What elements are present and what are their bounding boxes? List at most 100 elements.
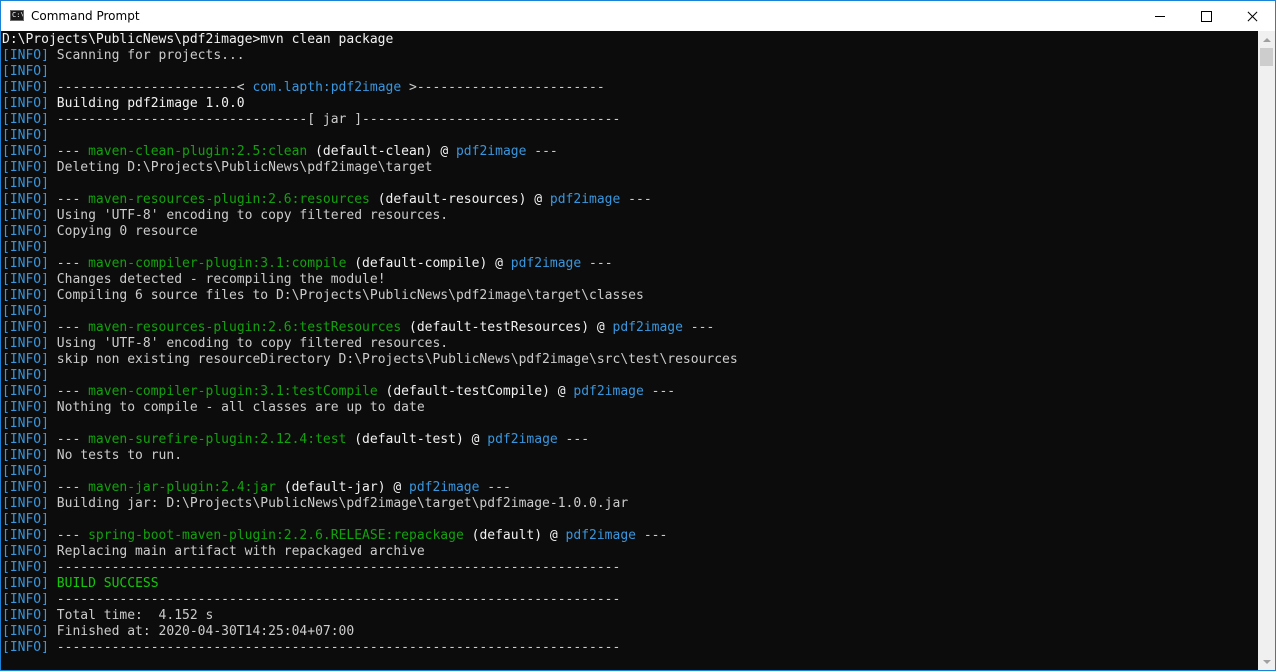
scroll-up-button[interactable]	[1258, 31, 1275, 48]
console-text: ---	[48, 144, 89, 159]
console-text: -----------------------<	[48, 80, 253, 95]
console-text: >------------------------	[401, 80, 605, 95]
window-title: Command Prompt	[31, 9, 140, 23]
console-line: [INFO] Changes detected - recompiling th…	[2, 272, 738, 288]
console-line: [INFO] --- maven-jar-plugin:2.4:jar (def…	[2, 480, 738, 496]
console-text: Finished at: 2020-04-30T14:25:04+07:00	[48, 624, 355, 639]
console-line: [INFO] No tests to run.	[2, 448, 738, 464]
console-text: No tests to run.	[48, 448, 183, 463]
console-line: [INFO] Building jar: D:\Projects\PublicN…	[2, 496, 738, 512]
arrow-up-icon	[1262, 37, 1271, 42]
console-text: ---	[581, 256, 613, 271]
console-text: ---	[48, 192, 89, 207]
console-line: [INFO] --------------------------------[…	[2, 112, 738, 128]
maximize-button[interactable]	[1183, 1, 1229, 31]
log-level-tag: [INFO]	[2, 416, 49, 431]
log-level-tag: [INFO]	[2, 320, 49, 335]
close-button[interactable]	[1229, 1, 1275, 31]
console-text: Using 'UTF-8' encoding to copy filtered …	[48, 208, 449, 223]
log-level-tag: [INFO]	[2, 480, 49, 495]
console-line: [INFO] Copying 0 resource	[2, 224, 738, 240]
console-text: BUILD SUCCESS	[56, 576, 159, 591]
log-level-tag: [INFO]	[2, 80, 49, 95]
console-text: pdf2image	[487, 432, 558, 447]
console-text: Copying 0 resource	[48, 224, 198, 239]
log-level-tag: [INFO]	[2, 240, 49, 255]
log-level-tag: [INFO]	[2, 576, 49, 591]
console-text: ---	[682, 320, 715, 335]
log-level-tag: [INFO]	[2, 96, 49, 111]
console-text: (default-testCompile) @	[377, 384, 574, 399]
console-text: (default-testResources) @	[401, 320, 613, 335]
close-icon	[1247, 11, 1258, 22]
arrow-down-icon	[1262, 659, 1271, 664]
console-line: [INFO] ---------------------------------…	[2, 592, 738, 608]
console-line: [INFO] Building pdf2image 1.0.0	[2, 96, 738, 112]
console-text: (default) @	[463, 528, 566, 543]
minimize-icon	[1155, 15, 1165, 17]
console-line: [INFO]	[2, 512, 738, 528]
console-line: [INFO]	[2, 304, 738, 320]
console-line: [INFO] Compiling 6 source files to D:\Pr…	[2, 288, 738, 304]
console-text: maven-resources-plugin:2.6:resources	[88, 192, 370, 207]
console-text: maven-jar-plugin:2.4:jar	[88, 480, 276, 495]
log-level-tag: [INFO]	[2, 112, 49, 127]
log-level-tag: [INFO]	[2, 624, 49, 639]
log-level-tag: [INFO]	[2, 640, 49, 655]
console-line: [INFO] --- maven-surefire-plugin:2.12.4:…	[2, 432, 738, 448]
console-text: ----------------------------------------…	[48, 560, 621, 575]
console-text: ---	[48, 432, 89, 447]
console-line: [INFO]	[2, 368, 738, 384]
log-level-tag: [INFO]	[2, 464, 49, 479]
log-level-tag: [INFO]	[2, 384, 49, 399]
console-text: maven-compiler-plugin:3.1:testCompile	[88, 384, 378, 399]
console-text: maven-surefire-plugin:2.12.4:test	[88, 432, 347, 447]
console-text: maven-compiler-plugin:3.1:compile	[88, 256, 347, 271]
log-level-tag: [INFO]	[2, 496, 49, 511]
console-text: --------------------------------[ jar ]-…	[48, 112, 621, 127]
console-text: pdf2image	[549, 192, 621, 207]
command-prompt-icon[interactable]: C:\	[10, 10, 24, 21]
scroll-down-button[interactable]	[1258, 653, 1275, 670]
console-line: [INFO]	[2, 240, 738, 256]
console-line: [INFO] --- spring-boot-maven-plugin:2.2.…	[2, 528, 738, 544]
console-text: Scanning for projects...	[48, 48, 245, 63]
console-line: [INFO] --- maven-compiler-plugin:3.1:tes…	[2, 384, 738, 400]
title-bar[interactable]: C:\ Command Prompt	[1, 1, 1275, 31]
minimize-button[interactable]	[1137, 1, 1183, 31]
console-text: Using 'UTF-8' encoding to copy filtered …	[48, 336, 449, 351]
log-level-tag: [INFO]	[2, 64, 49, 79]
console-line: [INFO] Nothing to compile - all classes …	[2, 400, 738, 416]
console-text: (default-resources) @	[369, 192, 550, 207]
console-text: (default-jar) @	[275, 480, 410, 495]
vertical-scrollbar[interactable]	[1258, 31, 1275, 670]
console-line: [INFO] --- maven-compiler-plugin:3.1:com…	[2, 256, 738, 272]
console-text: Building pdf2image 1.0.0	[48, 96, 245, 111]
scrollbar-thumb[interactable]	[1260, 48, 1273, 66]
console-line: [INFO] Total time: 4.152 s	[2, 608, 738, 624]
log-level-tag: [INFO]	[2, 176, 49, 191]
console-text: ---	[48, 480, 89, 495]
log-level-tag: [INFO]	[2, 256, 49, 271]
console-text: ---	[479, 480, 511, 495]
console-text: ----------------------------------------…	[48, 592, 621, 607]
console-line: [INFO] --- maven-clean-plugin:2.5:clean …	[2, 144, 738, 160]
console-text: Changes detected - recompiling the modul…	[48, 272, 386, 287]
console-text: skip non existing resourceDirectory D:\P…	[48, 352, 738, 367]
log-level-tag: [INFO]	[2, 432, 49, 447]
log-level-tag: [INFO]	[2, 368, 49, 383]
log-level-tag: [INFO]	[2, 160, 49, 175]
console-output[interactable]: D:\Projects\PublicNews\pdf2image>mvn cle…	[1, 31, 1258, 670]
console-text: pdf2image	[455, 144, 527, 159]
console-line: [INFO] -----------------------< com.lapt…	[2, 80, 738, 96]
command-prompt-window: C:\ Command Prompt D:\Projects\PublicNew…	[0, 0, 1276, 671]
log-level-tag: [INFO]	[2, 544, 49, 559]
console-text: (default-compile) @	[346, 256, 511, 271]
log-level-tag: [INFO]	[2, 272, 49, 287]
log-level-tag: [INFO]	[2, 512, 49, 527]
console-text: spring-boot-maven-plugin:2.2.6.RELEASE:r…	[88, 528, 464, 543]
console-line: [INFO] skip non existing resourceDirecto…	[2, 352, 738, 368]
console-line: [INFO] BUILD SUCCESS	[2, 576, 738, 592]
log-level-tag: [INFO]	[2, 528, 49, 543]
console-text: Nothing to compile - all classes are up …	[48, 400, 425, 415]
